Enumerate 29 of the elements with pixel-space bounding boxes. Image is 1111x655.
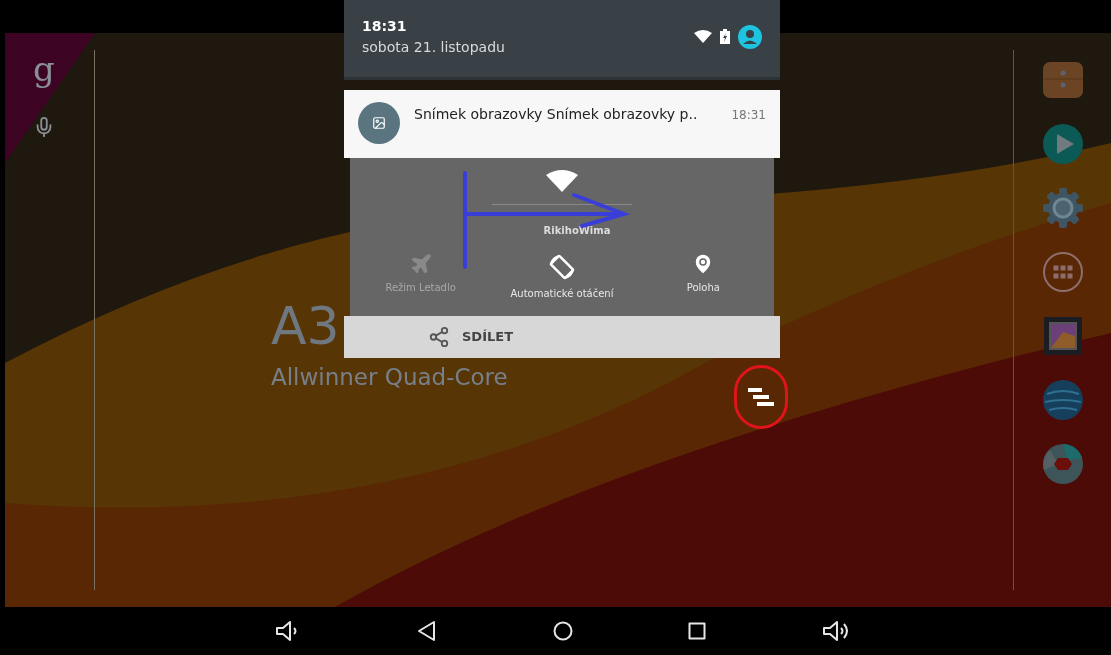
battery-charging-icon: [720, 29, 730, 44]
chip-subtitle: Allwinner Quad-Core: [271, 363, 508, 391]
notification-title: Snímek obrazovky Snímek obrazovky p..: [414, 105, 699, 124]
home-icon[interactable]: [551, 620, 574, 642]
google-logo[interactable]: g: [33, 52, 61, 86]
recents-icon[interactable]: [687, 621, 708, 641]
tile-label[interactable]: Automatické otáčení: [510, 286, 614, 301]
notification-time: 18:31: [731, 107, 766, 124]
share-button[interactable]: SDÍLET: [344, 316, 780, 358]
camera-aperture-icon[interactable]: [1040, 442, 1085, 486]
app-drawer-icon[interactable]: [1040, 250, 1085, 294]
stacked-lines-icon: [748, 386, 774, 408]
back-icon[interactable]: [415, 620, 438, 642]
date-label: sobota 21. listopadu: [362, 37, 505, 57]
wifi-icon: [694, 30, 712, 43]
share-icon: [428, 326, 450, 348]
user-avatar-icon[interactable]: [738, 24, 762, 49]
notification-card[interactable]: Snímek obrazovky Snímek obrazovky p.. 18:31: [344, 90, 780, 158]
settings-icon[interactable]: [1040, 186, 1085, 230]
play-store-icon[interactable]: [1040, 122, 1085, 166]
image-icon: [372, 116, 386, 130]
model-title: A3: [271, 299, 340, 353]
globe-icon[interactable]: [1040, 378, 1085, 422]
network-name: RikihoWima: [542, 224, 611, 238]
tile-label[interactable]: Poloha: [686, 280, 720, 295]
rotate-icon[interactable]: [547, 252, 577, 282]
wifi-icon: [546, 170, 578, 192]
clock-time: 18:31: [362, 16, 408, 36]
overflow-button[interactable]: [734, 365, 788, 429]
